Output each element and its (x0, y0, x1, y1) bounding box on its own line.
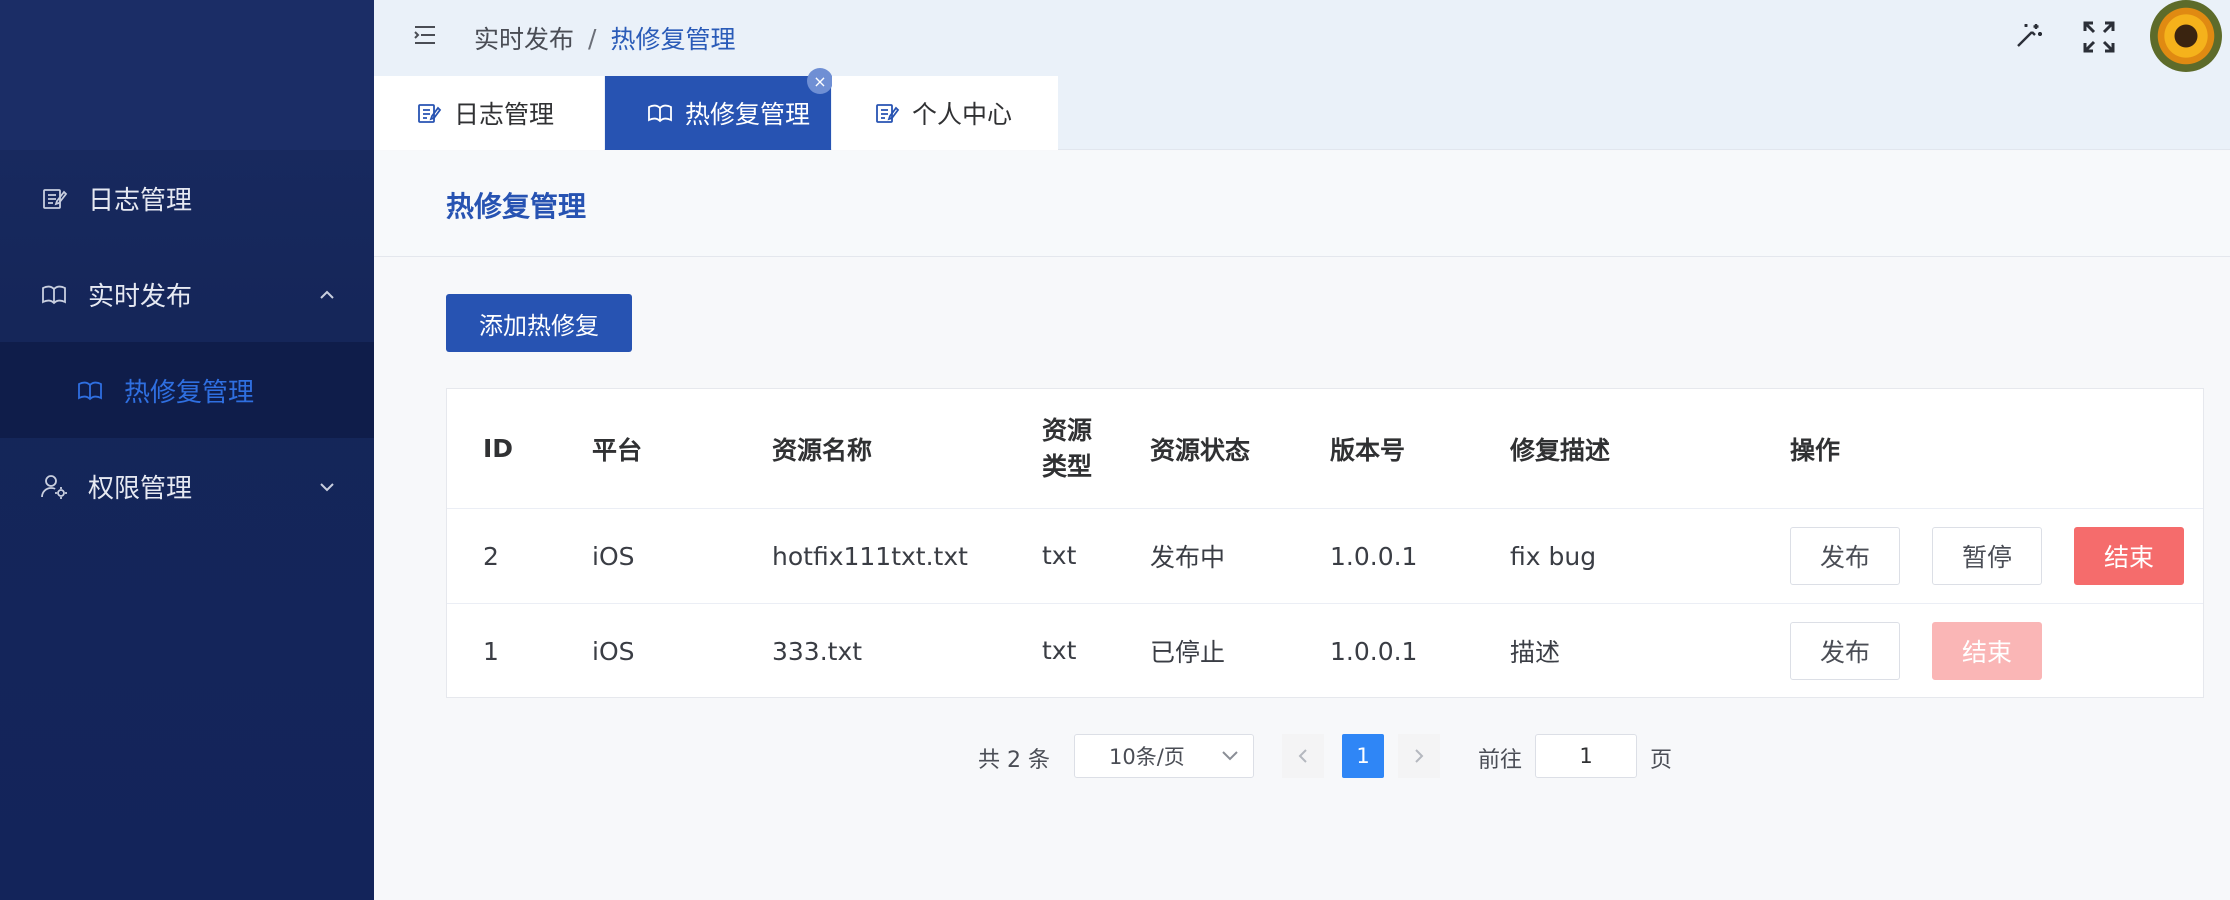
cell-id: 1 (483, 636, 499, 666)
cell-resource-type: txt (1042, 636, 1077, 665)
add-hotfix-button[interactable]: 添加热修复 (446, 294, 632, 352)
pagination: 共 2 条 10条/页 1 前往 页 (0, 734, 2230, 778)
tab-label: 日志管理 (454, 100, 555, 129)
prev-page-button[interactable] (1282, 734, 1324, 778)
column-header: 资源状态 (1150, 435, 1251, 465)
menu-fold-icon[interactable] (412, 22, 438, 48)
column-header: 修复描述 (1510, 435, 1611, 465)
hotfix-table: ID 平台 资源名称 资源类型 资源状态 版本号 修复描述 操作 2 iOS h… (446, 388, 2204, 698)
table-row: 2 iOS hotfix111txt.txt txt 发布中 1.0.0.1 f… (447, 509, 2203, 604)
publish-button[interactable]: 发布 (1790, 622, 1900, 680)
row-actions: 发布 暂停 结束 (1790, 509, 2184, 603)
tab-hotfix-management[interactable]: 热修复管理 × (605, 68, 833, 150)
chevron-left-icon (1298, 749, 1307, 763)
breadcrumb-separator: / (588, 23, 597, 53)
tab-personal-center[interactable]: 个人中心 (832, 76, 1058, 150)
next-page-button[interactable] (1398, 734, 1440, 778)
chevron-down-icon (1222, 751, 1238, 761)
tab-label: 个人中心 (912, 100, 1013, 129)
sidebar-item-hotfix-management[interactable]: 热修复管理 (0, 342, 374, 438)
cell-resource-name: hotfix111txt.txt (772, 541, 968, 571)
book-icon (647, 100, 673, 126)
sidebar-item-permission-management[interactable]: 权限管理 (0, 438, 374, 534)
page-size-select[interactable]: 10条/页 (1074, 734, 1254, 778)
column-header: 平台 (592, 435, 643, 465)
page-suffix-label: 页 (1650, 748, 1673, 773)
cell-resource-status: 已停止 (1150, 638, 1226, 667)
book-icon (40, 280, 68, 308)
magic-wand-icon[interactable] (2008, 18, 2046, 56)
fullscreen-icon[interactable] (2080, 18, 2118, 56)
logo-area (0, 0, 374, 150)
sidebar-item-log-management[interactable]: 日志管理 (0, 150, 374, 246)
cell-resource-type: txt (1042, 541, 1077, 570)
table-header-row: ID 平台 资源名称 资源类型 资源状态 版本号 修复描述 操作 (447, 389, 2203, 509)
chevron-down-icon (320, 483, 334, 492)
breadcrumb-item[interactable]: 实时发布 (474, 20, 574, 56)
column-header: 版本号 (1330, 435, 1406, 465)
cell-resource-name: 333.txt (772, 636, 863, 666)
book-icon (76, 376, 104, 404)
page-title: 热修复管理 (446, 190, 587, 223)
top-header: 实时发布 / 热修复管理 (374, 0, 2230, 76)
close-icon[interactable]: × (807, 68, 833, 94)
cell-id: 2 (483, 541, 499, 571)
cell-version: 1.0.0.1 (1330, 636, 1418, 666)
publish-button[interactable]: 发布 (1790, 527, 1900, 585)
user-gear-icon (40, 472, 68, 500)
sidebar-item-label: 日志管理 (88, 185, 193, 216)
breadcrumb: 实时发布 / 热修复管理 (474, 20, 735, 56)
sidebar-item-realtime-release[interactable]: 实时发布 (0, 246, 374, 342)
tab-label: 热修复管理 (685, 100, 811, 129)
column-header: 操作 (1790, 435, 1841, 465)
edit-doc-icon (40, 184, 68, 212)
cell-version: 1.0.0.1 (1330, 541, 1418, 571)
column-header: ID (483, 434, 514, 463)
sidebar-item-label: 热修复管理 (124, 377, 255, 408)
cell-resource-status: 发布中 (1150, 543, 1226, 572)
tab-bar: 日志管理 热修复管理 × 个人中心 (374, 68, 2230, 150)
user-avatar[interactable] (2150, 0, 2222, 72)
edit-doc-icon (416, 100, 442, 126)
pause-button[interactable]: 暂停 (1932, 527, 2042, 585)
tab-log-management[interactable]: 日志管理 (374, 76, 604, 150)
table-row: 1 iOS 333.txt txt 已停止 1.0.0.1 描述 发布 结束 (447, 604, 2203, 698)
cell-description: fix bug (1510, 541, 1597, 571)
column-header: 资源名称 (772, 435, 873, 465)
goto-label: 前往 (1478, 748, 1523, 773)
page-header: 热修复管理 (374, 151, 2230, 257)
cell-platform: iOS (592, 541, 635, 571)
chevron-up-icon (320, 290, 334, 299)
page-number-current[interactable]: 1 (1342, 734, 1384, 778)
pagination-total: 共 2 条 (978, 748, 1050, 773)
submenu-realtime-release: 热修复管理 (0, 342, 374, 438)
cell-platform: iOS (592, 636, 635, 666)
sidebar-menu: 日志管理 实时发布 热修复管理 权限管理 (0, 150, 374, 534)
goto-page-input[interactable] (1535, 734, 1637, 778)
edit-doc-icon (874, 100, 900, 126)
breadcrumb-current: 热修复管理 (610, 25, 736, 54)
end-button[interactable]: 结束 (2074, 527, 2184, 585)
column-header: 资源类型 (1042, 415, 1093, 481)
row-actions: 发布 结束 (1790, 604, 2042, 698)
end-button-disabled: 结束 (1932, 622, 2042, 680)
page-size-value: 10条/页 (1109, 745, 1185, 769)
chevron-right-icon (1415, 749, 1424, 763)
sidebar-item-label: 实时发布 (88, 281, 193, 312)
cell-description: 描述 (1510, 638, 1561, 667)
sidebar-item-label: 权限管理 (88, 473, 193, 504)
